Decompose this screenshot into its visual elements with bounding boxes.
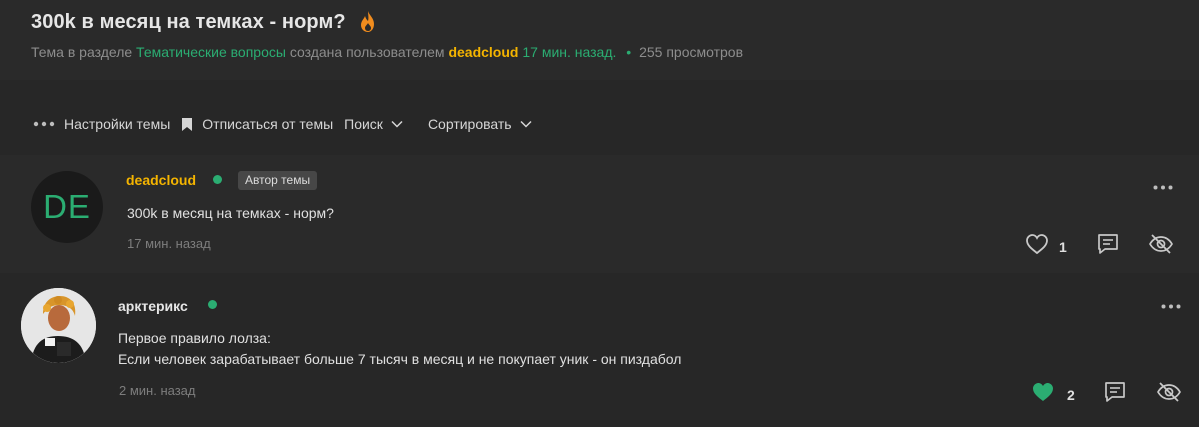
views-count: 255 просмотров [639, 44, 744, 60]
post-username[interactable]: deadcloud [126, 172, 196, 188]
online-indicator [213, 175, 222, 184]
more-dots-icon [33, 121, 55, 127]
avatar[interactable]: DE [31, 171, 103, 243]
unsubscribe-label: Отписаться от темы [202, 116, 334, 132]
post-text: Первое правило лолза: Если человек зараб… [118, 328, 681, 370]
page-title: 300k в месяц на темках - норм? [31, 10, 346, 33]
hide-eye-icon[interactable] [1148, 233, 1174, 260]
reply-icon[interactable] [1103, 381, 1127, 408]
post-text-line: Если человек зарабатывает больше 7 тысяч… [118, 351, 682, 367]
chevron-down-icon [391, 120, 403, 128]
post-menu-dots-icon[interactable] [1161, 296, 1181, 314]
chevron-down-icon [520, 120, 532, 128]
like-count: 1 [1059, 238, 1067, 255]
like-button[interactable]: 2 [1031, 381, 1075, 408]
heart-icon [1031, 381, 1055, 408]
heart-icon [1025, 233, 1049, 260]
like-count: 2 [1067, 386, 1075, 403]
avatar[interactable] [21, 288, 96, 363]
meta-prefix: Тема в разделе [31, 44, 133, 60]
meta-separator: • [626, 44, 632, 60]
post-username[interactable]: арктерикс [118, 298, 188, 314]
section-link[interactable]: Тематические вопросы [136, 44, 286, 60]
thread-header: 300k в месяц на темках - норм? Тема в ра… [0, 0, 1199, 80]
fire-icon [358, 10, 378, 34]
search-label: Поиск [344, 116, 383, 132]
thread-time[interactable]: 17 мин. назад. [522, 44, 616, 60]
unsubscribe-button[interactable]: Отписаться от темы [181, 116, 333, 132]
thread-toolbar: Настройки темы Отписаться от темы Поиск … [33, 114, 543, 134]
reply-icon[interactable] [1096, 233, 1120, 260]
thread-settings-label: Настройки темы [64, 116, 171, 132]
hide-eye-icon[interactable] [1156, 381, 1182, 408]
thread-settings-button[interactable]: Настройки темы [33, 116, 170, 132]
post-text-line: Первое правило лолза: [118, 330, 271, 346]
post-time[interactable]: 2 мин. назад [119, 383, 195, 398]
online-indicator [208, 300, 217, 309]
meta-created-by: создана пользователем [289, 44, 445, 60]
post-reply: арктерикс Первое правило лолза: Если чел… [0, 273, 1199, 427]
search-dropdown[interactable]: Поиск [344, 116, 403, 132]
bookmark-icon [181, 117, 193, 132]
title-row: 300k в месяц на темках - норм? [31, 10, 378, 34]
post-menu-dots-icon[interactable] [1153, 177, 1173, 195]
author-link[interactable]: deadcloud [448, 44, 518, 60]
post-text: 300k в месяц на темках - норм? [127, 205, 334, 221]
sort-label: Сортировать [427, 116, 512, 132]
author-badge: Автор темы [238, 171, 318, 190]
post-author: DE deadcloud Автор темы 300k в месяц на … [0, 155, 1199, 273]
post-time[interactable]: 17 мин. назад [127, 236, 211, 251]
like-button[interactable]: 1 [1025, 233, 1067, 260]
thread-meta: Тема в разделе Тематические вопросы созд… [31, 44, 743, 60]
sort-dropdown[interactable]: Сортировать [428, 116, 532, 132]
